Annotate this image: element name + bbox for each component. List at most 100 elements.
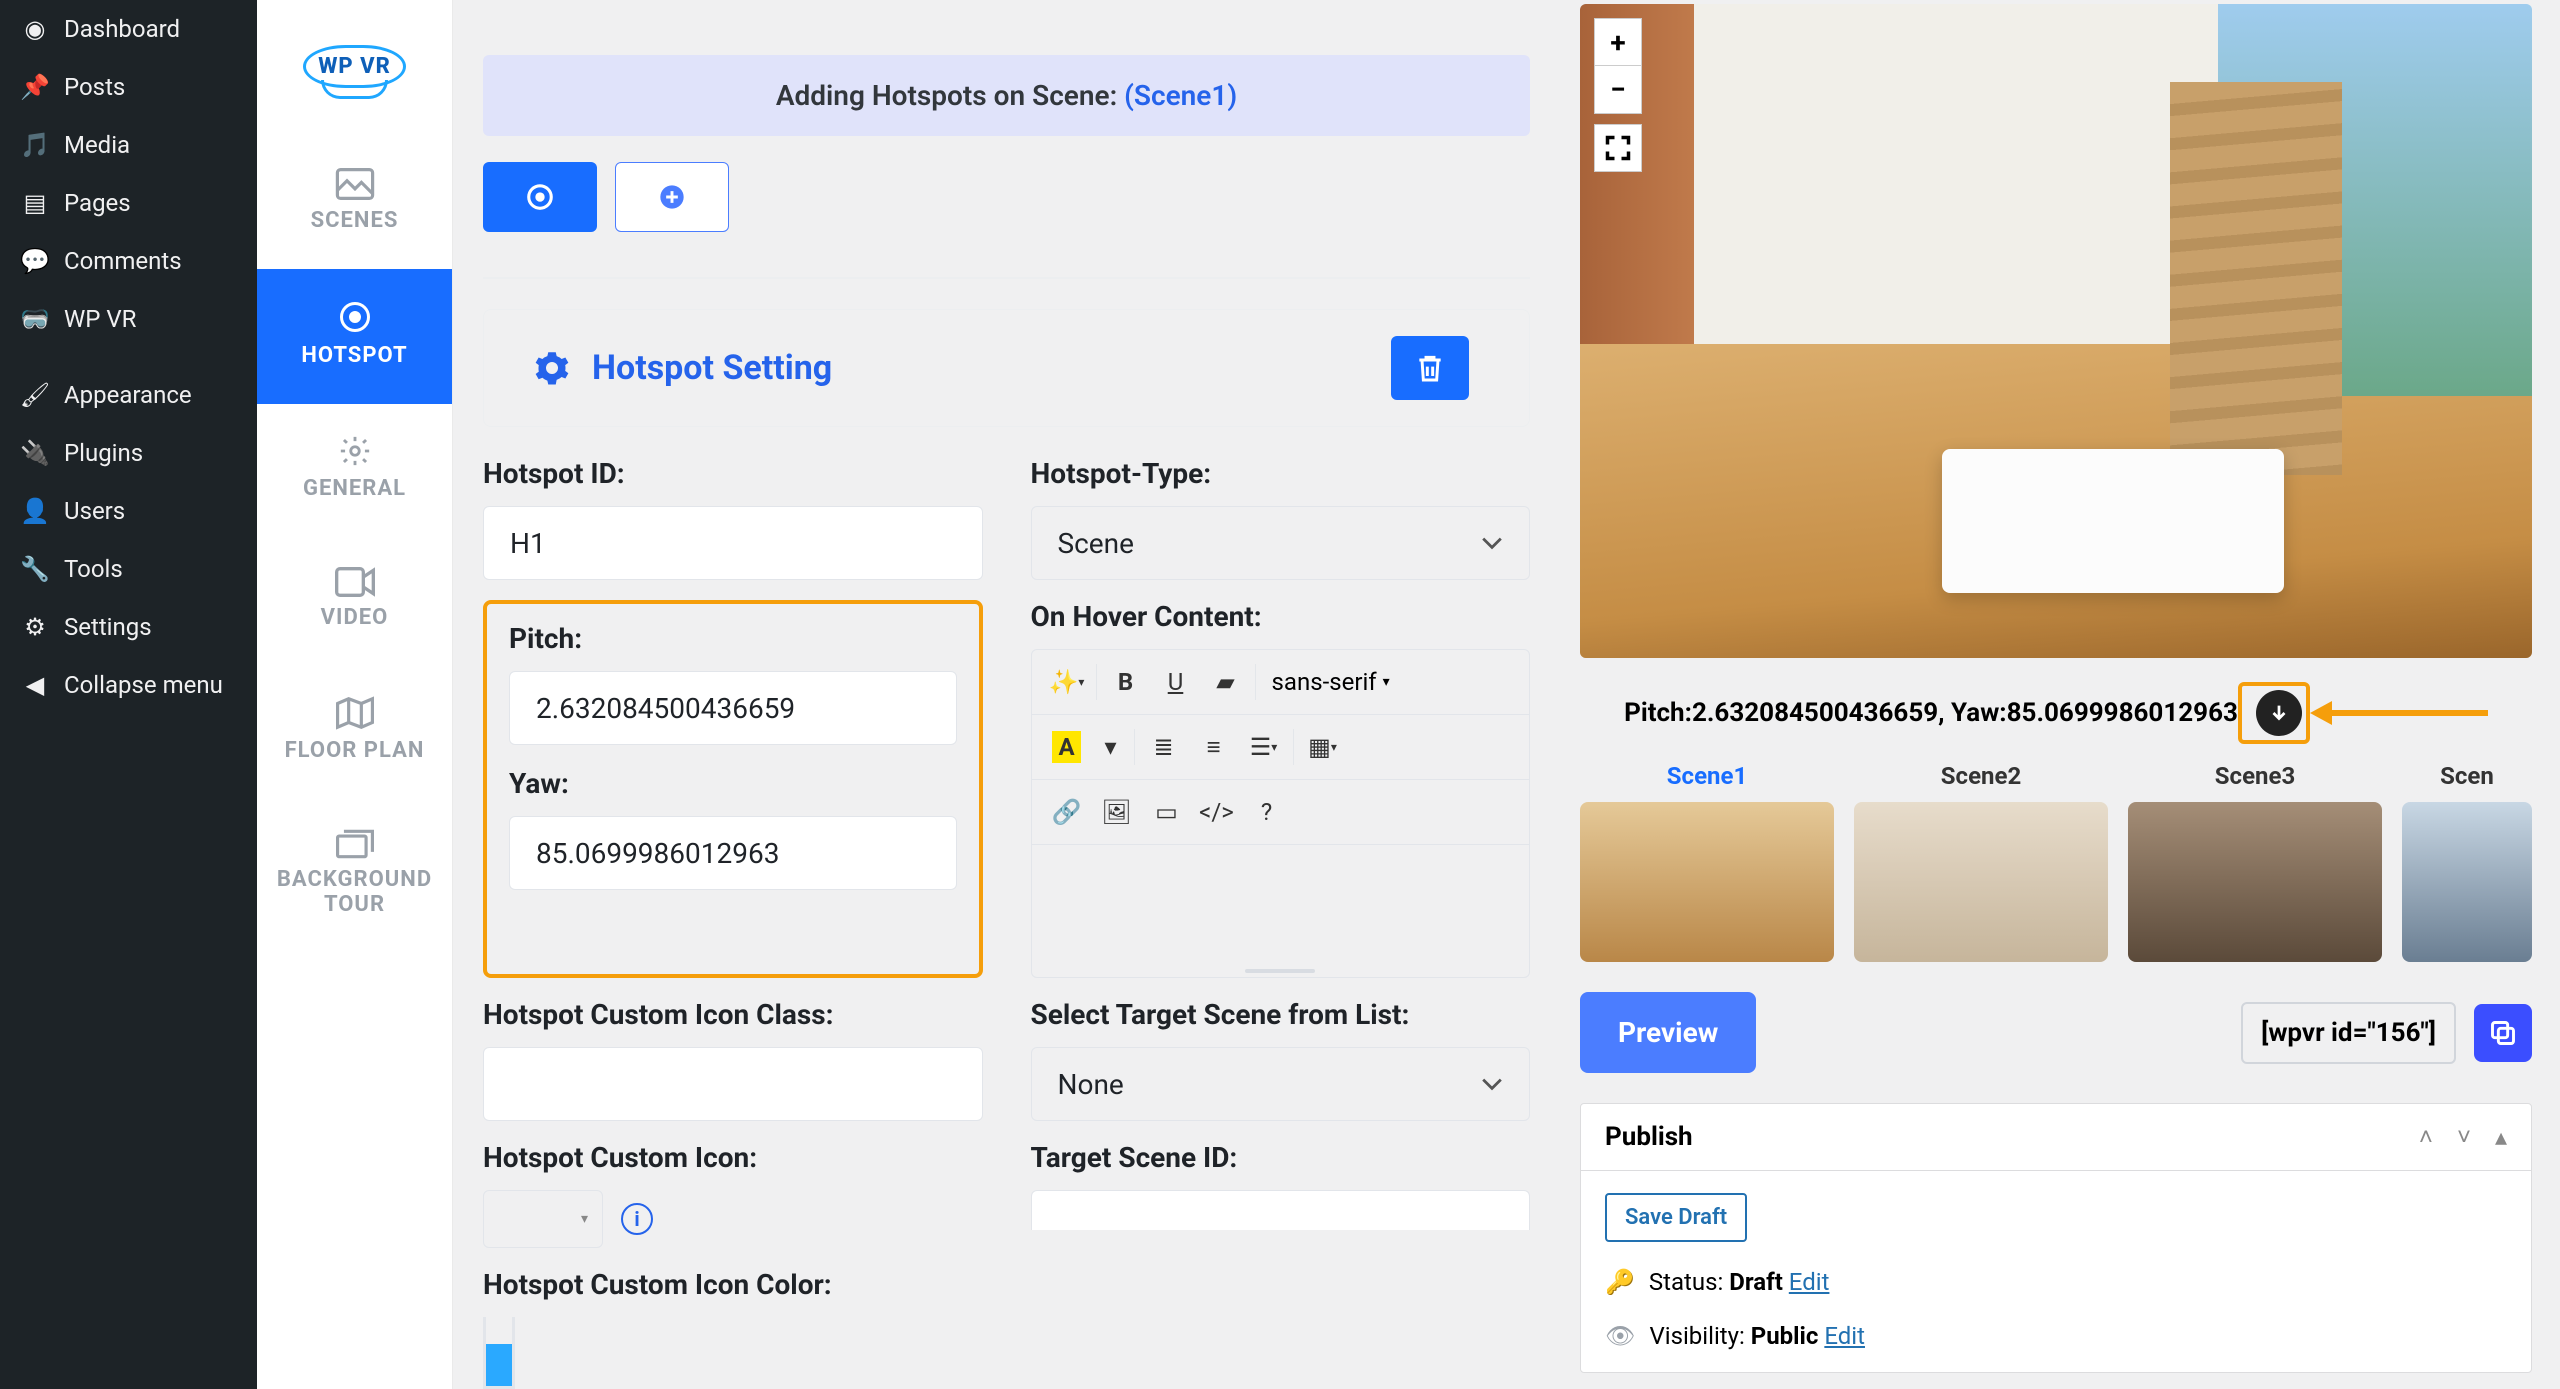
tab-video[interactable]: VIDEO [257,537,452,666]
editor-body[interactable] [1032,845,1530,965]
menu-settings[interactable]: ⚙Settings [0,598,257,656]
target-scene-select[interactable]: None [1031,1047,1531,1121]
menu-comments[interactable]: 💬Comments [0,232,257,290]
target-scene-id-input[interactable] [1031,1190,1531,1230]
link-button[interactable]: 🔗 [1042,790,1092,834]
wpvr-logo: WP VR [303,45,406,88]
menu-collapse[interactable]: ◀Collapse menu [0,656,257,714]
target-icon [337,299,373,335]
hotspot-type-select[interactable]: Scene [1031,506,1531,580]
magic-icon[interactable]: ✨▾ [1042,660,1092,704]
panorama-preview[interactable]: + − [1580,4,2532,658]
info-icon[interactable]: i [621,1203,653,1235]
page-icon: ▤ [20,188,50,218]
underline-button[interactable]: U [1151,660,1201,704]
scene-thumbnails: Scene1 Scene2 Scene3 Scen [1580,754,2532,992]
field-target-scene-list: Select Target Scene from List: None [1031,998,1531,1121]
zoom-out-button[interactable]: − [1594,66,1642,114]
field-hotspot-type: Hotspot-Type: Scene [1031,457,1531,580]
preview-button[interactable]: Preview [1580,992,1756,1073]
video-button[interactable]: ▭ [1142,790,1192,834]
pitch-yaw-highlight: Pitch: Yaw: [483,600,983,978]
eraser-button[interactable]: ▰ [1201,660,1251,704]
dot-circle-icon [525,182,555,212]
gear-icon [338,434,372,468]
ol-button[interactable]: ≡ [1189,725,1239,769]
rich-text-editor: ✨▾ B U ▰ sans-serif▾ A ▾ ≣ ≡ ☰▾ [1031,649,1531,978]
fullscreen-button[interactable] [1594,124,1642,172]
text-color-drop[interactable]: ▾ [1092,725,1130,769]
copy-icon [2489,1019,2517,1047]
hotspot-add-button[interactable] [615,162,729,232]
help-button[interactable]: ? [1242,790,1292,834]
ul-button[interactable]: ≣ [1139,725,1189,769]
screens-icon [336,829,374,859]
apply-pitch-yaw-button[interactable] [2256,690,2302,736]
menu-dashboard[interactable]: ◉Dashboard [0,0,257,58]
plug-icon: 🔌 [20,438,50,468]
plus-circle-icon [658,183,686,211]
editor-resize-handle[interactable] [1032,965,1530,977]
menu-plugins[interactable]: 🔌Plugins [0,424,257,482]
eye-icon: 👁 [1605,1322,1635,1350]
media-icon: 🎵 [20,130,50,160]
image-icon [335,168,375,200]
font-select[interactable]: sans-serif▾ [1260,668,1402,696]
field-custom-icon: Hotspot Custom Icon: ▾ i [483,1141,983,1248]
custom-icon-select[interactable]: ▾ [483,1190,603,1248]
tab-general[interactable]: GENERAL [257,404,452,537]
scene-thumb-1[interactable]: Scene1 [1580,762,1834,962]
scene-link[interactable]: (Scene1) [1124,79,1237,112]
code-button[interactable]: </> [1192,790,1242,834]
yaw-input[interactable] [509,816,957,890]
edit-visibility-link[interactable]: Edit [1824,1322,1865,1350]
tab-hotspot[interactable]: HOTSPOT [257,269,452,404]
align-button[interactable]: ☰▾ [1239,725,1289,769]
brush-icon: 🖌 [20,380,50,410]
chevron-down-icon [1481,536,1503,550]
color-picker[interactable] [483,1317,515,1389]
trash-icon [1414,351,1446,385]
text-color-button[interactable]: A [1042,725,1092,769]
shortcode-text: [wpvr id="156"] [2241,1002,2456,1064]
field-target-scene-id: Target Scene ID: [1031,1141,1531,1248]
save-draft-button[interactable]: Save Draft [1605,1193,1747,1242]
collapse-icon: ◀ [20,670,50,700]
tab-background-tour[interactable]: BACKGROUND TOUR [257,799,452,953]
copy-shortcode-button[interactable] [2474,1004,2532,1062]
menu-pages[interactable]: ▤Pages [0,174,257,232]
pitch-input[interactable] [509,671,957,745]
table-button[interactable]: ▦▾ [1298,725,1348,769]
scene-thumb-2[interactable]: Scene2 [1854,762,2108,962]
menu-tools[interactable]: 🔧Tools [0,540,257,598]
tab-scenes[interactable]: SCENES [257,138,452,269]
menu-users[interactable]: 👤Users [0,482,257,540]
gear-icon [534,350,570,386]
metabox-toggle-icon[interactable]: ▴ [2495,1123,2507,1152]
menu-posts[interactable]: 📌Posts [0,58,257,116]
custom-icon-class-input[interactable] [483,1047,983,1121]
scene-thumb-4[interactable]: Scen [2402,762,2532,962]
zoom-in-button[interactable]: + [1594,18,1642,66]
builder-vertical-tabs: WP VR SCENES HOTSPOT GENERAL VIDEO FLOOR… [257,0,453,1389]
menu-wpvr[interactable]: 🥽WP VR [0,290,257,348]
hotspot-current-button[interactable] [483,162,597,232]
video-icon [335,567,375,597]
hotspot-id-input[interactable] [483,506,983,580]
tab-floor-plan[interactable]: FLOOR PLAN [257,666,452,799]
scene-thumb-3[interactable]: Scene3 [2128,762,2382,962]
menu-appearance[interactable]: 🖌Appearance [0,366,257,424]
field-custom-icon-class: Hotspot Custom Icon Class: [483,998,983,1121]
scene-banner: Adding Hotspots on Scene: (Scene1) [483,55,1530,136]
metabox-up-icon[interactable]: ˄ [2419,1123,2433,1152]
field-custom-icon-color: Hotspot Custom Icon Color: [483,1268,983,1389]
comment-icon: 💬 [20,246,50,276]
chevron-down-icon [1481,1077,1503,1091]
delete-hotspot-button[interactable] [1391,336,1469,400]
key-icon: 🔑 [1605,1268,1635,1296]
metabox-down-icon[interactable]: ˅ [2457,1123,2471,1152]
menu-media[interactable]: 🎵Media [0,116,257,174]
edit-status-link[interactable]: Edit [1789,1268,1830,1296]
image-button[interactable]: 🖼 [1092,790,1142,834]
bold-button[interactable]: B [1101,660,1151,704]
